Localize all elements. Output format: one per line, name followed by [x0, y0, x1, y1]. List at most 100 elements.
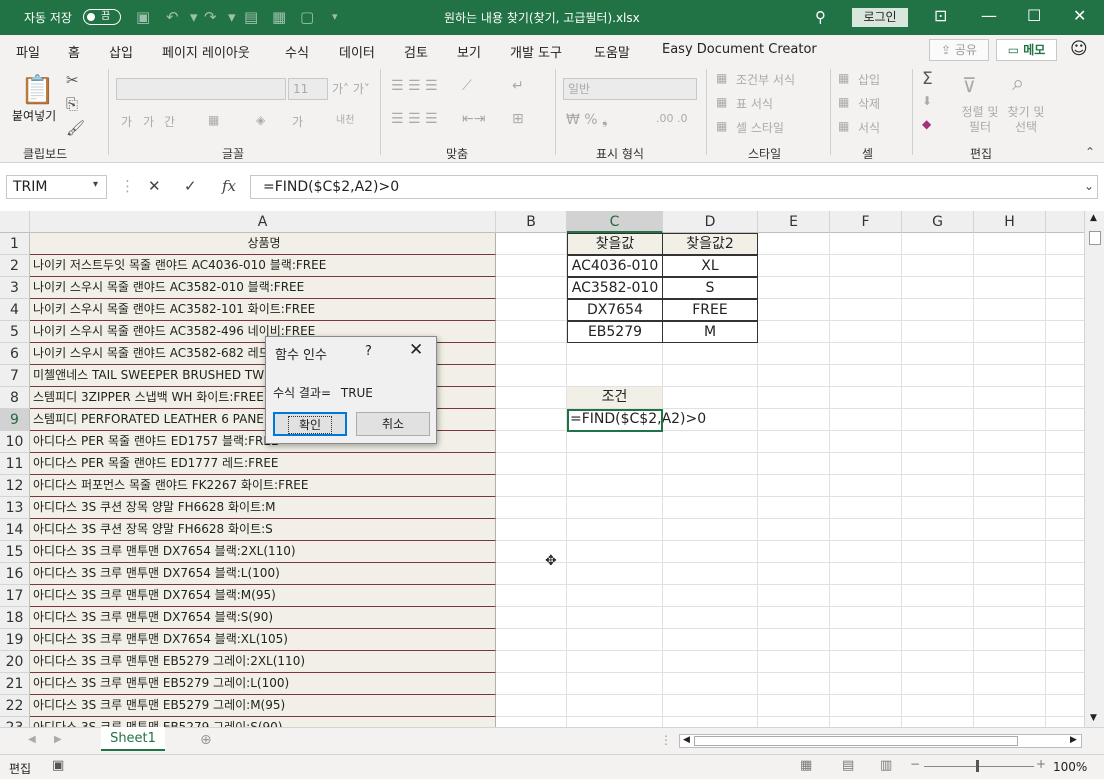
- product-name-cell[interactable]: 아디다스 3S 크루 맨투맨 EB5279 그레이:L(100): [30, 673, 496, 695]
- grid-cell[interactable]: [902, 321, 974, 343]
- grid-cell[interactable]: [1046, 255, 1084, 277]
- grid-cell[interactable]: [1046, 629, 1084, 651]
- grid-cell[interactable]: [663, 497, 758, 519]
- close-icon[interactable]: ✕: [1073, 6, 1086, 26]
- grid-cell[interactable]: [567, 651, 663, 673]
- redo-icon[interactable]: ↷: [204, 8, 217, 26]
- grid-cell[interactable]: [663, 387, 758, 409]
- grid-cell[interactable]: [830, 453, 902, 475]
- add-sheet-icon[interactable]: ⊕: [200, 732, 212, 748]
- layout-icon[interactable]: ▦: [272, 8, 286, 26]
- format-cells-label[interactable]: 서식: [858, 119, 880, 136]
- grid-cell[interactable]: [902, 717, 974, 727]
- grid-cell[interactable]: [1046, 233, 1084, 255]
- grid-cell[interactable]: [1046, 365, 1084, 387]
- grid-cell[interactable]: [902, 343, 974, 365]
- grid-cell[interactable]: [496, 651, 567, 673]
- grid-cell[interactable]: [758, 343, 830, 365]
- grid-cell[interactable]: [663, 651, 758, 673]
- find-icon[interactable]: ⌕: [1012, 71, 1024, 96]
- grid-cell[interactable]: [758, 673, 830, 695]
- grid-cell[interactable]: [663, 475, 758, 497]
- row-header[interactable]: 13: [0, 497, 30, 519]
- form-icon[interactable]: ▤: [244, 8, 258, 26]
- grid-cell[interactable]: [902, 607, 974, 629]
- dialog-close-icon[interactable]: ✕: [409, 340, 423, 360]
- column-header-d[interactable]: D: [663, 211, 758, 233]
- column-header-e[interactable]: E: [758, 211, 830, 233]
- row-header[interactable]: 22: [0, 695, 30, 717]
- cancel-button[interactable]: 취소: [356, 412, 430, 436]
- grid-cell[interactable]: [974, 607, 1046, 629]
- grid-cell[interactable]: [758, 717, 830, 727]
- column-header-c[interactable]: C: [567, 211, 663, 233]
- grid-cell[interactable]: [1046, 497, 1084, 519]
- grid-cell[interactable]: [496, 365, 567, 387]
- delete-cells-icon[interactable]: ▦: [838, 95, 849, 109]
- grid-cell[interactable]: [758, 365, 830, 387]
- border-icon[interactable]: ▦: [208, 113, 219, 127]
- paste-icon[interactable]: 📋: [20, 73, 55, 106]
- grid-cell[interactable]: [974, 387, 1046, 409]
- grid-cell[interactable]: [902, 431, 974, 453]
- grid-cell[interactable]: [496, 695, 567, 717]
- formula-input[interactable]: =FIND($C$2,A2)>0: [250, 175, 1098, 199]
- cell-styles-label[interactable]: 셀 스타일: [736, 119, 784, 136]
- grid-cell[interactable]: [496, 343, 567, 365]
- grid-cell[interactable]: [830, 431, 902, 453]
- vertical-scroll-thumb[interactable]: [1089, 231, 1101, 245]
- login-button[interactable]: 로그인: [852, 8, 908, 27]
- cell-styles-icon[interactable]: ▦: [716, 119, 727, 133]
- tab-file[interactable]: 파일: [16, 42, 40, 61]
- grid-cell[interactable]: [1046, 387, 1084, 409]
- grid-cell[interactable]: [1046, 321, 1084, 343]
- column-header-b[interactable]: B: [496, 211, 567, 233]
- clear-icon[interactable]: ◆: [922, 117, 931, 131]
- grid-cell[interactable]: [974, 629, 1046, 651]
- product-name-cell[interactable]: 아디다스 3S 크루 맨투맨 EB5279 그레이:M(95): [30, 695, 496, 717]
- grid-cell[interactable]: [1046, 453, 1084, 475]
- grid-cell[interactable]: [758, 299, 830, 321]
- new-file-icon[interactable]: ▢: [300, 8, 314, 26]
- phonetic-icon[interactable]: 내천: [336, 111, 354, 126]
- lookup-cell[interactable]: FREE: [662, 299, 758, 321]
- grid-cell[interactable]: [663, 343, 758, 365]
- copy-icon[interactable]: ⎘: [66, 95, 78, 113]
- grid-cell[interactable]: [496, 475, 567, 497]
- grid-cell[interactable]: [1046, 717, 1084, 727]
- tab-view[interactable]: 보기: [457, 42, 481, 61]
- zoom-out-icon[interactable]: −: [910, 757, 920, 771]
- row-header[interactable]: 23: [0, 717, 30, 727]
- worksheet-grid[interactable]: A B C D E F G H 1 상품명 2 나이키 저스트두잇 목줄 랜야드 AC…: [0, 211, 1084, 727]
- grid-cell[interactable]: [974, 321, 1046, 343]
- grid-cell[interactable]: [567, 519, 663, 541]
- fill-icon[interactable]: ⬇: [922, 94, 932, 108]
- format-cells-icon[interactable]: ▦: [838, 119, 849, 133]
- grid-cell[interactable]: [1046, 651, 1084, 673]
- decimal-icon[interactable]: .00 .0: [656, 112, 688, 125]
- row-header[interactable]: 4: [0, 299, 30, 321]
- row-header[interactable]: 15: [0, 541, 30, 563]
- row-header[interactable]: 7: [0, 365, 30, 387]
- grid-cell[interactable]: [758, 629, 830, 651]
- share-button[interactable]: ⇪ 공유: [929, 39, 989, 61]
- grid-cell[interactable]: [567, 453, 663, 475]
- grid-cell[interactable]: [974, 233, 1046, 255]
- ok-button[interactable]: 확인: [273, 412, 347, 436]
- grid-cell[interactable]: [663, 673, 758, 695]
- grid-cell[interactable]: [496, 299, 567, 321]
- redo-dropdown-icon[interactable]: ▾: [228, 8, 236, 26]
- grid-cell[interactable]: [902, 453, 974, 475]
- number-format-combo[interactable]: 일반: [563, 78, 697, 100]
- row-header[interactable]: 20: [0, 651, 30, 673]
- grid-cell[interactable]: [974, 343, 1046, 365]
- italic-icon[interactable]: 가: [143, 113, 154, 130]
- grid-cell[interactable]: [758, 409, 830, 431]
- product-name-cell[interactable]: 아디다스 3S 크루 맨투맨 DX7654 블랙:XL(105): [30, 629, 496, 651]
- fill-color-icon[interactable]: ◈: [256, 113, 265, 127]
- grid-cell[interactable]: [974, 431, 1046, 453]
- underline-icon[interactable]: 간: [164, 113, 175, 130]
- lookup-header-1[interactable]: 찾을값: [567, 233, 663, 255]
- grid-cell[interactable]: [567, 365, 663, 387]
- normal-view-icon[interactable]: ▦: [800, 758, 812, 773]
